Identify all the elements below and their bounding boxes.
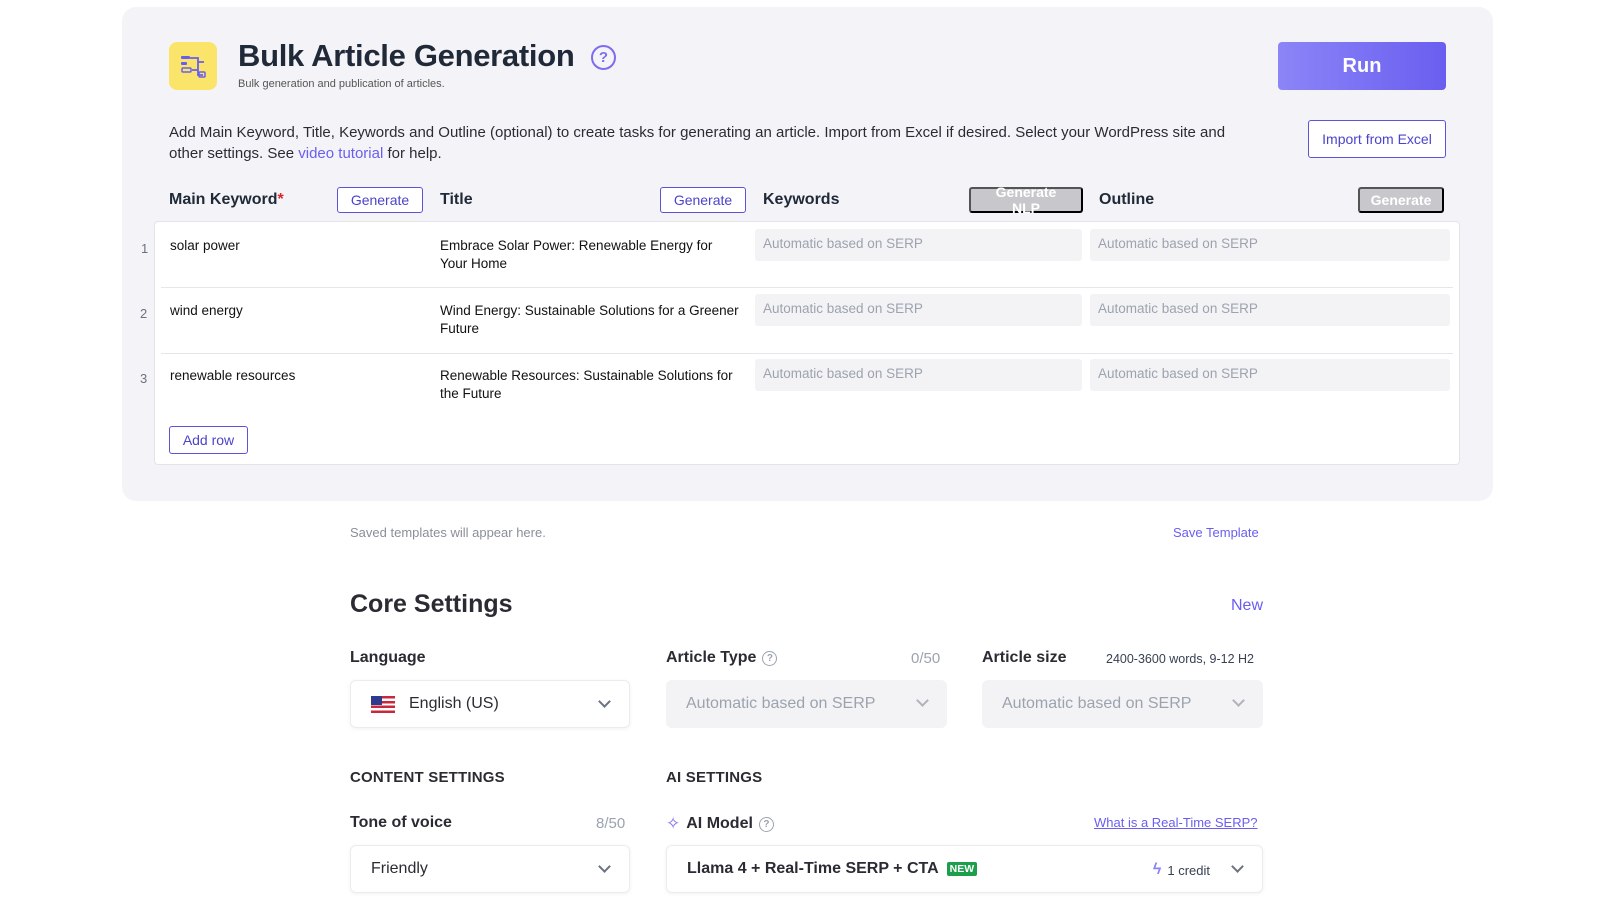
main-keyword-label: Main Keyword: [169, 191, 278, 208]
keywords-cell[interactable]: Automatic based on SERP: [755, 229, 1082, 261]
run-button[interactable]: Run: [1278, 42, 1446, 90]
generate-nlp-button[interactable]: Generate NLP: [969, 184, 1083, 216]
column-header-main-keyword: Main Keyword*: [169, 191, 284, 209]
new-settings-link[interactable]: New: [1231, 597, 1263, 615]
article-size-value: Automatic based on SERP: [1002, 695, 1192, 712]
row-number: 2: [140, 306, 148, 321]
credit-text: 1 credit: [1167, 862, 1210, 878]
language-label-text: Language: [350, 649, 426, 666]
row-divider: [161, 353, 1453, 354]
article-type-select[interactable]: Automatic based on SERP: [666, 680, 947, 728]
ai-model-value: Llama 4 + Real-Time SERP + CTA: [687, 860, 939, 877]
chevron-down-icon: [598, 860, 611, 873]
keywords-cell[interactable]: Automatic based on SERP: [755, 294, 1082, 326]
lightning-icon: ϟ: [1152, 861, 1162, 878]
credit-indicator: ϟ 1 credit: [1153, 861, 1210, 879]
sparkle-icon: ✧: [666, 814, 681, 833]
row-divider: [161, 287, 1453, 288]
article-size-note: 2400-3600 words, 9-12 H2: [1106, 652, 1255, 666]
outline-cell[interactable]: Automatic based on SERP: [1090, 359, 1450, 391]
help-circle-icon[interactable]: ?: [591, 45, 616, 70]
article-type-label-text: Article Type: [666, 649, 757, 666]
outline-cell[interactable]: Automatic based on SERP: [1090, 229, 1450, 261]
column-header-title: Title: [440, 191, 473, 208]
article-size-label-text: Article size: [982, 649, 1067, 666]
saved-templates-note: Saved templates will appear here.: [350, 525, 546, 540]
keywords-cell[interactable]: Automatic based on SERP: [755, 359, 1082, 391]
column-header-keywords: Keywords: [763, 191, 840, 208]
required-mark: *: [277, 191, 284, 208]
ai-settings-heading: AI SETTINGS: [666, 769, 763, 786]
generate-title-button[interactable]: Generate: [660, 187, 746, 213]
content-settings-heading: CONTENT SETTINGS: [350, 769, 505, 786]
language-select[interactable]: English (US): [350, 680, 630, 728]
page-subtitle: Bulk generation and publication of artic…: [238, 78, 445, 90]
tone-counter: 8/50: [596, 815, 626, 832]
language-value: English (US): [409, 695, 499, 712]
language-label: Language: [350, 649, 426, 667]
ai-model-label-text: AI Model: [686, 815, 753, 832]
row-number: 3: [140, 371, 148, 386]
tone-label-text: Tone of voice: [350, 814, 452, 831]
tone-value: Friendly: [371, 860, 428, 877]
outline-cell[interactable]: Automatic based on SERP: [1090, 294, 1450, 326]
article-size-label: Article size: [982, 649, 1066, 667]
column-header-outline: Outline: [1099, 191, 1155, 208]
video-tutorial-link[interactable]: video tutorial: [298, 145, 383, 162]
help-circle-icon[interactable]: ?: [762, 650, 778, 666]
import-from-excel-button[interactable]: Import from Excel: [1308, 120, 1446, 158]
tone-of-voice-select[interactable]: Friendly: [350, 845, 630, 893]
row-number: 1: [141, 241, 149, 256]
us-flag-icon: [371, 695, 395, 713]
title-cell[interactable]: Renewable Resources: Sustainable Solutio…: [440, 367, 740, 403]
generate-keyword-button[interactable]: Generate: [337, 187, 423, 213]
add-row-button[interactable]: Add row: [169, 426, 248, 454]
article-type-counter: 0/50: [911, 650, 941, 667]
real-time-serp-link[interactable]: What is a Real-Time SERP?: [1094, 815, 1258, 830]
article-size-select[interactable]: Automatic based on SERP: [982, 680, 1263, 728]
intro-text: Add Main Keyword, Title, Keywords and Ou…: [169, 122, 1249, 164]
article-type-label: Article Type?: [666, 649, 778, 667]
ai-model-label: ✧ AI Model?: [666, 814, 774, 834]
bulk-article-icon: [169, 42, 217, 90]
keyword-cell[interactable]: wind energy: [170, 302, 420, 320]
new-badge: NEW: [946, 862, 978, 876]
title-cell[interactable]: Wind Energy: Sustainable Solutions for a…: [440, 302, 740, 338]
keyword-cell[interactable]: solar power: [170, 237, 420, 255]
tone-of-voice-label: Tone of voice: [350, 814, 452, 832]
keyword-cell[interactable]: renewable resources: [170, 367, 420, 385]
chevron-down-icon: [598, 695, 611, 708]
help-circle-icon[interactable]: ?: [758, 816, 774, 832]
page-title: Bulk Article Generation: [238, 38, 575, 73]
title-cell[interactable]: Embrace Solar Power: Renewable Energy fo…: [440, 237, 740, 273]
chevron-down-icon: [1232, 694, 1245, 707]
ai-model-select[interactable]: Llama 4 + Real-Time SERP + CTA NEW ϟ 1 cr…: [666, 845, 1263, 893]
chevron-down-icon: [916, 694, 929, 707]
chevron-down-icon: [1231, 860, 1244, 873]
article-type-value: Automatic based on SERP: [686, 695, 876, 712]
save-template-link[interactable]: Save Template: [1173, 525, 1259, 540]
core-settings-title: Core Settings: [350, 590, 513, 618]
generate-outline-button[interactable]: Generate: [1358, 187, 1444, 213]
intro-text-after: for help.: [383, 145, 442, 162]
